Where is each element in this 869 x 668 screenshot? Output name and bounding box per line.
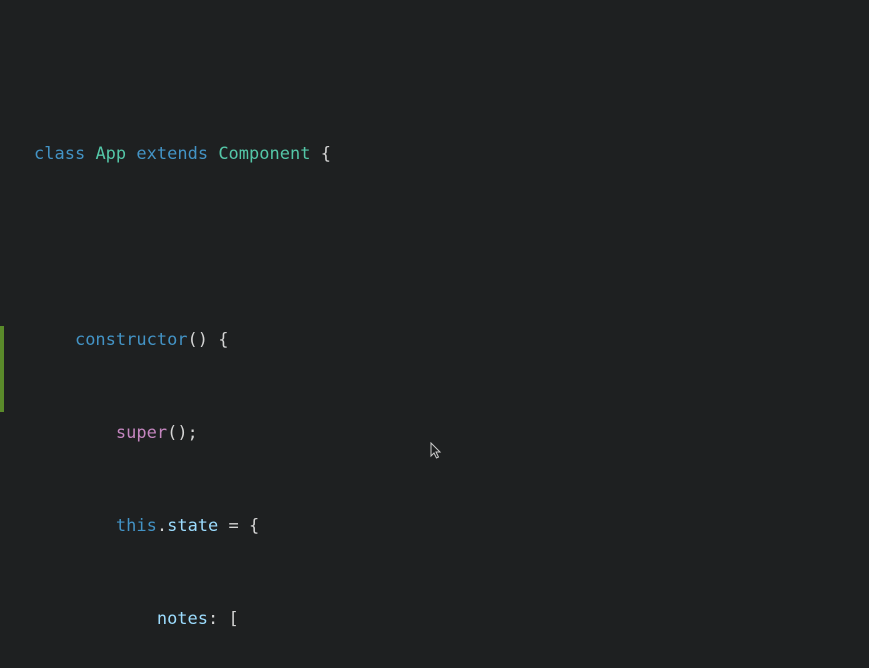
diff-gutter-modified xyxy=(0,326,4,412)
code-line[interactable]: constructor() { xyxy=(34,325,869,356)
keyword-super: super xyxy=(116,423,167,443)
open-brace: { xyxy=(321,144,331,164)
property-state: state xyxy=(167,516,218,536)
class-name-component: Component xyxy=(218,144,310,164)
keyword-class: class xyxy=(34,144,85,164)
open-brace: { xyxy=(249,516,259,536)
code-line[interactable]: this.state = { xyxy=(34,511,869,542)
code-editor[interactable]: class App extends Component { constructo… xyxy=(0,0,869,668)
open-brace: { xyxy=(218,330,228,350)
property-notes: notes xyxy=(157,609,208,629)
code-line[interactable]: super(); xyxy=(34,418,869,449)
class-name-app: App xyxy=(95,144,126,164)
parens: () xyxy=(188,330,208,350)
code-line[interactable]: notes: [ xyxy=(34,604,869,635)
keyword-this: this xyxy=(116,516,157,536)
keyword-constructor: constructor xyxy=(75,330,188,350)
code-line[interactable]: class App extends Component { xyxy=(34,139,869,170)
keyword-extends: extends xyxy=(136,144,208,164)
code-line[interactable] xyxy=(34,232,869,263)
